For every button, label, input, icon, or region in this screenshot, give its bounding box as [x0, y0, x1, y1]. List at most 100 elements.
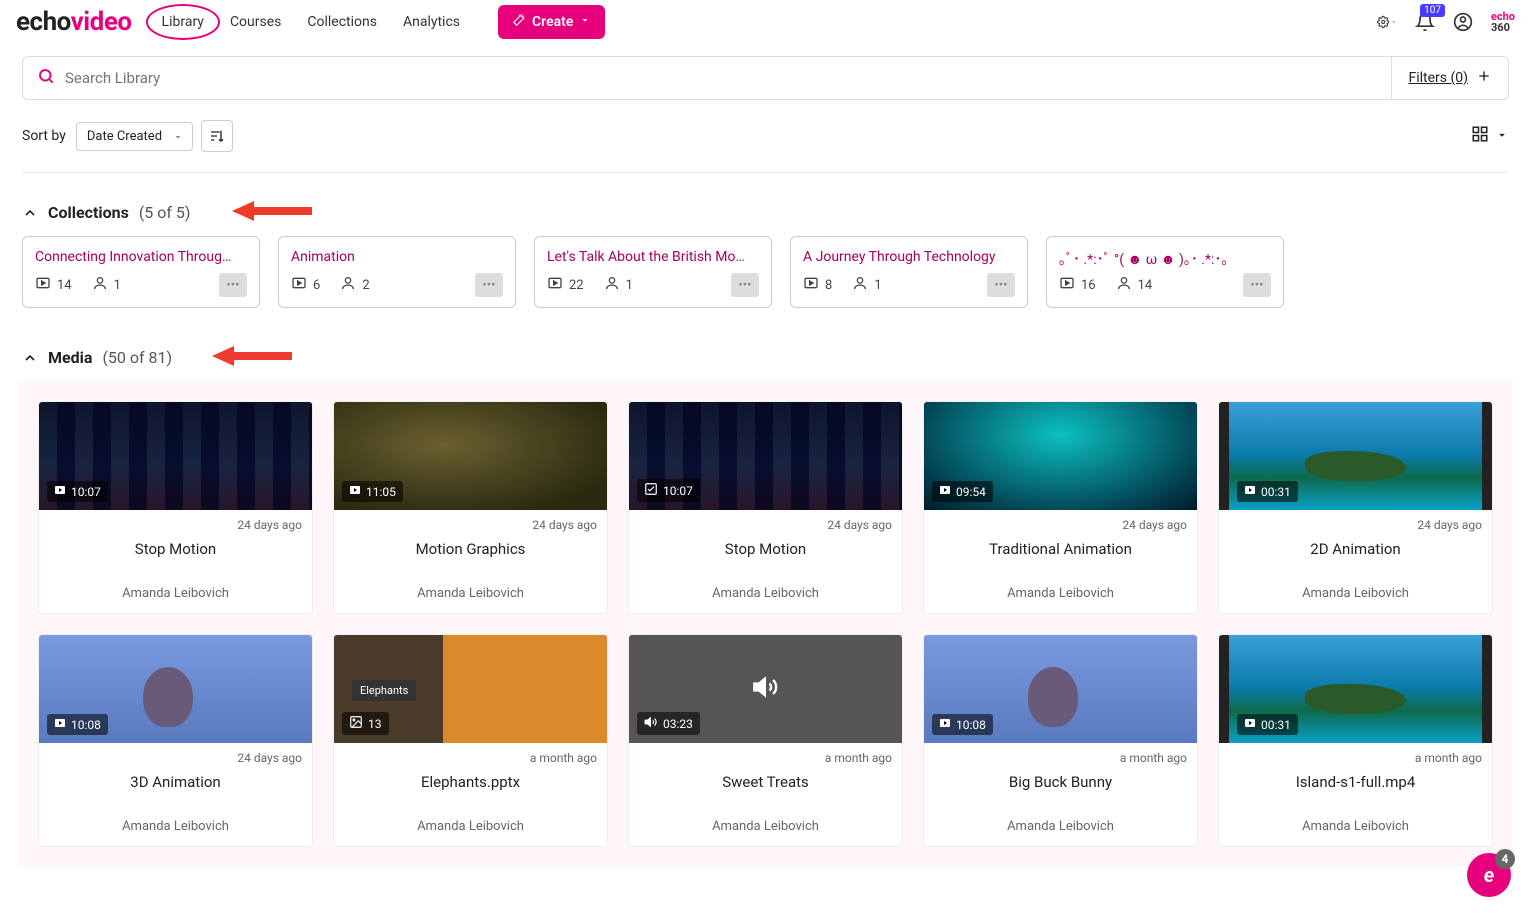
media-type-icon — [54, 484, 66, 499]
search-icon — [37, 67, 55, 89]
collapse-icon[interactable] — [22, 350, 38, 366]
collection-menu-button[interactable]: ••• — [1243, 273, 1271, 297]
duration-badge: 03:23 — [637, 712, 700, 735]
media-title: Stop Motion — [639, 540, 892, 558]
collections-title: Collections — [48, 203, 129, 222]
chevron-down-icon — [1495, 127, 1509, 146]
nav-collections[interactable]: Collections — [305, 10, 379, 34]
filters-button[interactable]: Filters (0) — [1391, 57, 1508, 99]
help-fab[interactable]: e 4 — [1467, 853, 1511, 897]
media-type-icon — [349, 484, 361, 499]
duration-text: 00:31 — [1261, 485, 1291, 499]
media-card[interactable]: 10:08 24 days ago 3D Animation Amanda Le… — [38, 634, 313, 847]
sort-value: Date Created — [87, 129, 162, 144]
duration-text: 10:08 — [71, 718, 101, 732]
duration-text: 03:23 — [663, 717, 693, 731]
collection-menu-button[interactable]: ••• — [475, 273, 503, 297]
plus-icon — [1476, 68, 1492, 88]
media-card[interactable]: 10:08 a month ago Big Buck Bunny Amanda … — [923, 634, 1198, 847]
media-card[interactable]: 10:07 24 days ago Stop Motion Amanda Lei… — [38, 401, 313, 614]
media-author: Amanda Leibovich — [49, 819, 302, 834]
duration-badge: 10:07 — [637, 479, 700, 502]
media-meta: a month ago Sweet Treats Amanda Leibovic… — [629, 743, 902, 846]
media-title: 3D Animation — [49, 773, 302, 791]
sort-select[interactable]: Date Created — [76, 122, 193, 151]
media-title: Stop Motion — [49, 540, 302, 558]
thumb-text: Elephants — [352, 680, 416, 701]
collection-title: Animation — [291, 249, 503, 265]
duration-badge: 11:05 — [342, 481, 403, 502]
duration-text: 10:08 — [956, 718, 986, 732]
collection-card[interactable]: A Journey Through Technology 8 1 ••• — [790, 236, 1028, 308]
collapse-icon[interactable] — [22, 205, 38, 221]
create-button[interactable]: Create — [498, 5, 605, 39]
notifications-icon[interactable]: 107 — [1415, 12, 1435, 32]
collection-card[interactable]: Connecting Innovation Throug… 14 1 ••• — [22, 236, 260, 308]
view-toggle[interactable] — [1471, 125, 1509, 147]
user-count-icon — [604, 275, 620, 295]
collection-media-count: 22 — [569, 278, 584, 293]
media-type-icon — [1244, 484, 1256, 499]
media-author: Amanda Leibovich — [344, 819, 597, 834]
media-meta: 24 days ago 3D Animation Amanda Leibovic… — [39, 743, 312, 846]
media-card[interactable]: 09:54 24 days ago Traditional Animation … — [923, 401, 1198, 614]
nav-courses[interactable]: Courses — [228, 10, 283, 34]
media-date: 24 days ago — [639, 518, 892, 532]
media-card[interactable]: 00:31 a month ago Island-s1-full.mp4 Ama… — [1218, 634, 1493, 847]
echo360-logo[interactable]: echo360 — [1491, 11, 1515, 33]
media-grid: 10:07 24 days ago Stop Motion Amanda Lei… — [18, 381, 1513, 867]
search-input[interactable] — [65, 69, 1377, 87]
chevron-down-icon — [172, 131, 184, 147]
collection-menu-button[interactable]: ••• — [219, 273, 247, 297]
logo-part2: video — [71, 7, 132, 37]
media-author: Amanda Leibovich — [344, 586, 597, 601]
media-thumbnail: 00:31 — [1219, 402, 1492, 510]
media-type-icon — [644, 715, 658, 732]
media-card[interactable]: 11:05 24 days ago Motion Graphics Amanda… — [333, 401, 608, 614]
media-author: Amanda Leibovich — [1229, 819, 1482, 834]
media-thumbnail: 10:07 — [39, 402, 312, 510]
media-thumbnail: 10:07 — [629, 402, 902, 510]
collection-stats: 14 1 ••• — [35, 273, 247, 297]
sort-direction-button[interactable] — [201, 120, 233, 152]
media-card[interactable]: 03:23 a month ago Sweet Treats Amanda Le… — [628, 634, 903, 847]
media-title: Traditional Animation — [934, 540, 1187, 558]
media-card[interactable]: 00:31 24 days ago 2D Animation Amanda Le… — [1218, 401, 1493, 614]
collection-menu-button[interactable]: ••• — [731, 273, 759, 297]
collection-card[interactable]: Let's Talk About the British Mo… 22 1 ••… — [534, 236, 772, 308]
sort-label: Sort by — [22, 128, 66, 144]
nav-library[interactable]: Library — [160, 10, 206, 34]
media-type-icon — [939, 484, 951, 499]
media-card[interactable]: Elephants 13 a month ago Elephants.pptx … — [333, 634, 608, 847]
collection-user-count: 1 — [114, 278, 121, 293]
media-card[interactable]: 10:07 24 days ago Stop Motion Amanda Lei… — [628, 401, 903, 614]
media-title: Big Buck Bunny — [934, 773, 1187, 791]
collection-media-count: 6 — [313, 278, 320, 293]
logo[interactable]: echovideo — [16, 7, 132, 37]
divider — [22, 172, 1509, 173]
nav-analytics[interactable]: Analytics — [401, 10, 462, 34]
media-header: Media (50 of 81) — [22, 348, 1509, 367]
audio-icon — [752, 673, 780, 705]
collection-card[interactable]: Animation 6 2 ••• — [278, 236, 516, 308]
chevron-down-icon — [579, 14, 591, 30]
duration-badge: 13 — [342, 712, 389, 735]
media-title: Elephants.pptx — [344, 773, 597, 791]
collection-menu-button[interactable]: ••• — [987, 273, 1015, 297]
wand-icon — [512, 13, 526, 31]
media-title: 2D Animation — [1229, 540, 1482, 558]
collection-user-count: 2 — [362, 278, 369, 293]
account-icon[interactable] — [1453, 12, 1473, 32]
media-type-icon — [349, 715, 363, 732]
collection-title: A Journey Through Technology — [803, 249, 1015, 265]
collection-stats: 16 14 ••• — [1059, 273, 1271, 297]
media-meta: 24 days ago Stop Motion Amanda Leibovich — [629, 510, 902, 613]
collections-header: Collections (5 of 5) — [22, 203, 1509, 222]
media-thumbnail: 11:05 — [334, 402, 607, 510]
duration-badge: 10:07 — [47, 481, 108, 502]
media-meta: a month ago Island-s1-full.mp4 Amanda Le… — [1219, 743, 1492, 846]
duration-text: 10:07 — [71, 485, 101, 499]
settings-icon[interactable] — [1377, 12, 1397, 32]
collection-card[interactable]: ｡ﾟ･ .*:･ﾟ °( ☻ ω ☻ )｡･ .*:･｡ 16 14 ••• — [1046, 236, 1284, 308]
media-date: 24 days ago — [49, 518, 302, 532]
